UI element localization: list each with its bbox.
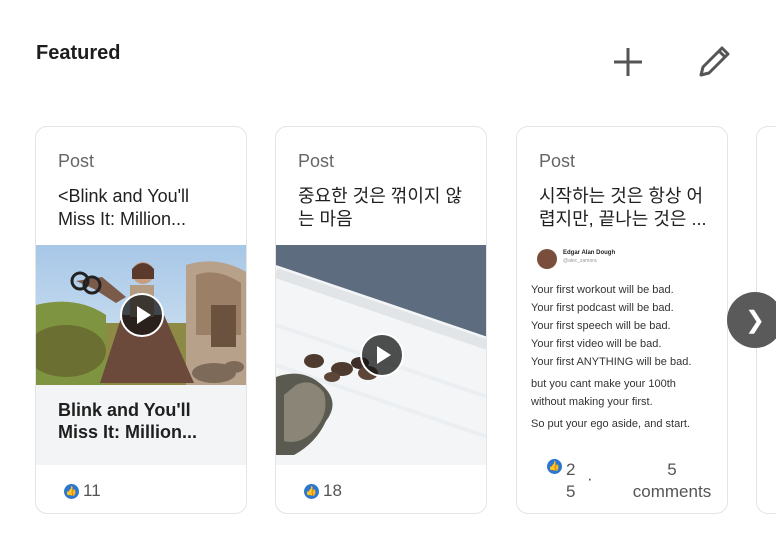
stats-separator: ·	[587, 469, 593, 488]
edit-button[interactable]	[692, 40, 736, 84]
section-title: Featured	[36, 42, 121, 64]
tweet-line: but you cant make your 100th	[531, 378, 676, 390]
add-icon	[614, 48, 642, 76]
comment-count[interactable]: 5 comments	[627, 459, 717, 503]
card-text: <Blink and You'll Miss It: Million...	[58, 186, 190, 229]
card-kind: Post	[539, 151, 576, 171]
chevron-right-icon: ❯	[744, 306, 766, 334]
tweet-image: Edgar Alan Dough @alec_zamora Your first…	[517, 245, 727, 449]
tweet-line: Your first speech will be bad.	[531, 320, 671, 332]
play-icon[interactable]	[360, 333, 404, 377]
avatar	[537, 249, 557, 269]
post-stats[interactable]: 👍 25 · 5 comments	[547, 457, 717, 503]
tweet-line: Your first podcast will be bad.	[531, 302, 674, 314]
card-text: 중요한 것은 꺾이지 않는 마음	[298, 186, 463, 229]
tweet-line: Your first video will be bad.	[531, 338, 662, 350]
pencil-icon	[699, 46, 730, 77]
card-kind: Post	[58, 151, 95, 171]
featured-card[interactable]: Post 시작하는 것은 항상 어렵지만, 끝나는 것은 ... Edgar A…	[516, 126, 728, 514]
add-button[interactable]	[606, 40, 650, 84]
tweet-line: So put your ego aside, and start.	[531, 418, 690, 430]
video-thumbnail[interactable]	[276, 245, 486, 465]
like-icon: 👍	[64, 483, 79, 499]
tweet-line: Your first workout will be bad.	[531, 284, 674, 296]
reaction-number: 11	[83, 481, 101, 500]
play-icon[interactable]	[120, 293, 164, 337]
featured-card[interactable]: Post <Blink and You'll Miss It: Million.…	[35, 126, 247, 514]
video-thumbnail[interactable]	[36, 245, 246, 385]
caption-text: Blink and You'll Miss It: Million...	[58, 400, 197, 442]
like-icon: 👍	[304, 483, 319, 499]
card-text: 시작하는 것은 항상 어렵지만, 끝나는 것은 ...	[539, 186, 707, 229]
reaction-count[interactable]: 👍 11	[64, 481, 101, 501]
next-button[interactable]: ❯	[727, 292, 776, 348]
reaction-number: 18	[323, 481, 342, 500]
tweet-line: without making your first.	[531, 396, 653, 408]
tweet-author: Edgar Alan Dough	[563, 250, 616, 256]
card-kind: Post	[298, 151, 335, 171]
tweet-line: Your first ANYTHING will be bad.	[531, 356, 692, 368]
tweet-handle: @alec_zamora	[563, 258, 597, 264]
reaction-count[interactable]: 👍 18	[304, 481, 342, 501]
reaction-number: 25	[566, 460, 576, 501]
tweet-lines: Your first workout will be bad. Your fir…	[531, 281, 723, 433]
card-caption: Blink and You'll Miss It: Million...	[36, 385, 246, 465]
featured-card[interactable]: Post 중요한 것은 꺾이지 않는 마음 👍 18	[275, 126, 487, 514]
like-icon: 👍	[547, 459, 562, 474]
